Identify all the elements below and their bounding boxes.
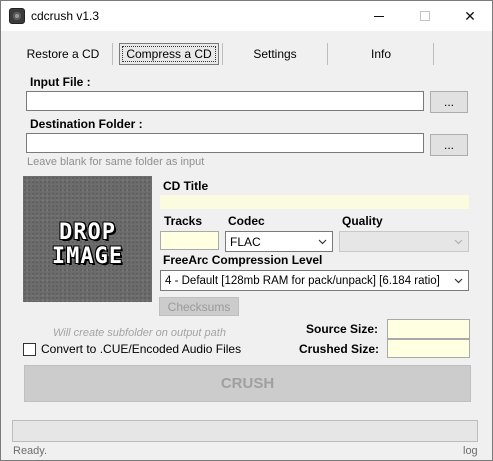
close-icon: ✕ bbox=[464, 7, 476, 24]
tab-compress-cd[interactable]: Compress a CD bbox=[119, 43, 219, 65]
title-bar: cdcrush v1.3 ✕ bbox=[1, 1, 492, 31]
tab-info[interactable]: Info bbox=[329, 43, 433, 65]
chevron-down-icon bbox=[454, 278, 463, 284]
chevron-down-icon bbox=[318, 239, 327, 245]
tab-settings[interactable]: Settings bbox=[225, 43, 325, 65]
quality-select[interactable] bbox=[339, 231, 469, 252]
tab-label: Compress a CD bbox=[122, 46, 216, 62]
status-text: Ready. bbox=[13, 445, 48, 457]
browse-destination-button[interactable]: ... bbox=[430, 134, 468, 156]
destination-folder-field[interactable] bbox=[26, 133, 424, 153]
tab-restore-cd[interactable]: Restore a CD bbox=[17, 43, 109, 65]
tab-bar: Restore a CD Compress a CD Settings Info bbox=[17, 43, 477, 65]
cd-title-field bbox=[160, 195, 469, 209]
log-link[interactable]: log bbox=[463, 445, 478, 457]
drop-image-area[interactable]: DROP IMAGE bbox=[23, 176, 152, 302]
tab-label: Settings bbox=[253, 47, 297, 61]
drop-image-text: DROP IMAGE bbox=[23, 221, 152, 269]
tab-divider bbox=[433, 43, 434, 65]
source-size-field bbox=[387, 319, 470, 339]
window-title: cdcrush v1.3 bbox=[31, 9, 100, 23]
maximize-button[interactable] bbox=[402, 1, 448, 31]
tab-label: Restore a CD bbox=[26, 47, 100, 61]
source-size-label: Source Size: bbox=[306, 322, 379, 336]
minimize-icon bbox=[374, 15, 384, 17]
input-file-field[interactable] bbox=[26, 91, 424, 111]
destination-hint: Leave blank for same folder as input bbox=[27, 156, 205, 168]
codec-selected-value: FLAC bbox=[230, 234, 261, 249]
compression-select[interactable]: 4 - Default [128mb RAM for pack/unpack] … bbox=[160, 270, 469, 291]
chevron-down-icon bbox=[454, 239, 463, 245]
convert-checkbox-label: Convert to .CUE/Encoded Audio Files bbox=[41, 342, 242, 356]
crush-button[interactable]: CRUSH bbox=[24, 365, 471, 402]
cd-title-label: CD Title bbox=[163, 179, 209, 193]
tracks-label: Tracks bbox=[164, 214, 203, 228]
compression-label: FreeArc Compression Level bbox=[163, 253, 323, 267]
quality-label: Quality bbox=[342, 214, 383, 228]
progress-bar bbox=[12, 420, 478, 442]
tab-label: Info bbox=[370, 47, 391, 61]
checksums-button[interactable]: Checksums bbox=[159, 297, 239, 316]
app-window: cdcrush v1.3 ✕ Restore a CD Compress a C… bbox=[0, 0, 493, 461]
compression-selected-value: 4 - Default [128mb RAM for pack/unpack] … bbox=[165, 274, 440, 287]
cd-app-icon bbox=[9, 8, 25, 24]
subfolder-hint: Will create subfolder on output path bbox=[53, 327, 226, 339]
drop-text-line1: DROP bbox=[59, 220, 116, 245]
crushed-size-label: Crushed Size: bbox=[299, 342, 380, 356]
input-file-label: Input File : bbox=[30, 75, 91, 89]
convert-checkbox[interactable] bbox=[23, 343, 36, 356]
minimize-button[interactable] bbox=[356, 1, 402, 31]
close-button[interactable]: ✕ bbox=[447, 1, 493, 31]
maximize-icon bbox=[420, 11, 430, 21]
tab-divider bbox=[222, 43, 223, 65]
drop-text-line2: IMAGE bbox=[51, 244, 124, 269]
browse-input-button[interactable]: ... bbox=[430, 91, 468, 113]
tab-divider bbox=[327, 43, 328, 65]
codec-label: Codec bbox=[228, 214, 265, 228]
crushed-size-field bbox=[387, 339, 470, 358]
tracks-field bbox=[160, 231, 219, 250]
codec-select[interactable]: FLAC bbox=[225, 231, 333, 252]
destination-folder-label: Destination Folder : bbox=[30, 117, 143, 131]
tab-divider bbox=[112, 43, 113, 65]
